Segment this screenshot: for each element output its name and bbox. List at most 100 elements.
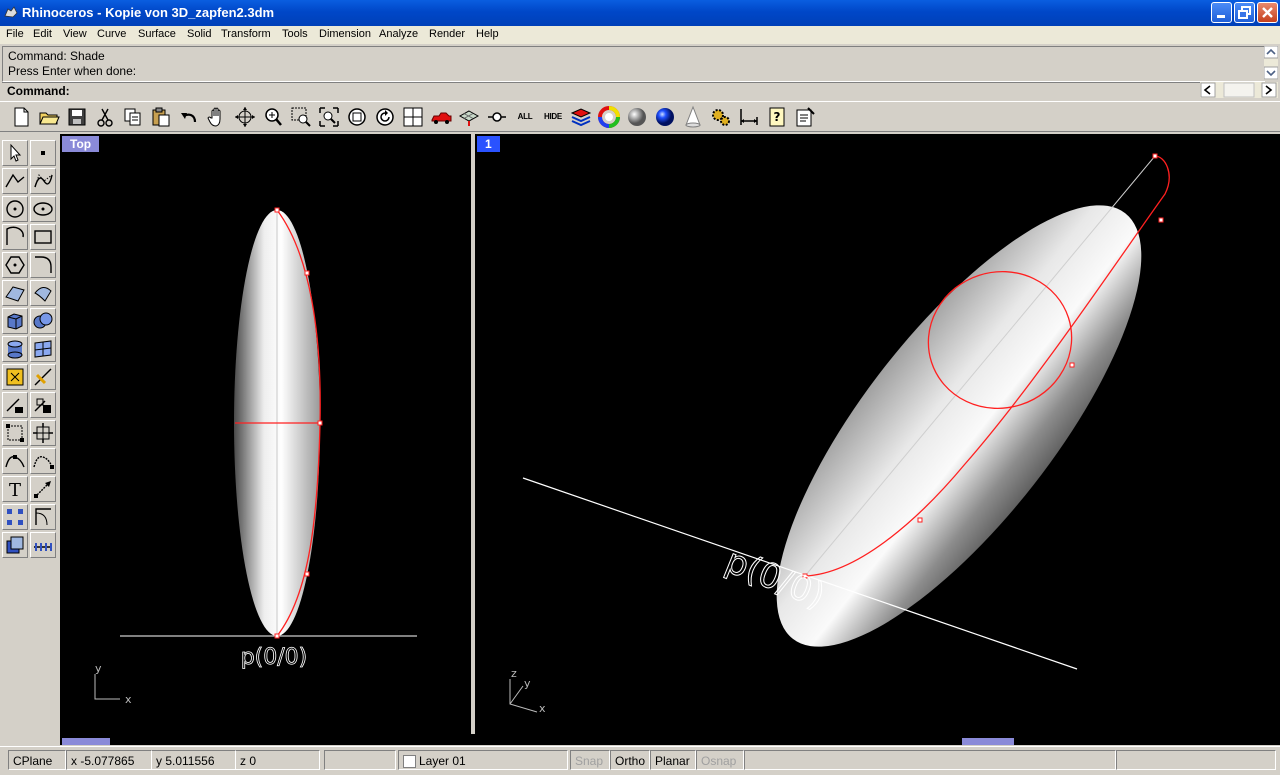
fillet-tool-button[interactable] — [30, 252, 56, 278]
rebuild-tool-button[interactable] — [30, 448, 56, 474]
rotate-tool-button[interactable] — [30, 504, 56, 530]
snap-toggle[interactable]: Snap — [570, 750, 610, 770]
menu-dimension[interactable]: Dimension — [319, 28, 371, 40]
mesh-tool-button[interactable] — [30, 336, 56, 362]
control-point[interactable] — [274, 633, 280, 639]
control-point[interactable] — [304, 571, 310, 577]
viewport-top[interactable]: p(0/0) y x Top — [60, 134, 471, 734]
control-point[interactable] — [1152, 153, 1158, 159]
control-point[interactable] — [1158, 217, 1164, 223]
viewport-title-perspective[interactable]: 1 — [477, 136, 500, 152]
properties-button[interactable] — [793, 105, 817, 129]
command-line-scrollbar[interactable] — [1200, 82, 1278, 98]
menu-edit[interactable]: Edit — [33, 28, 52, 40]
menu-view[interactable]: View — [63, 28, 87, 40]
ellipse-tool-button[interactable] — [30, 196, 56, 222]
polyline-tool-button[interactable] — [2, 168, 28, 194]
command-line[interactable]: Command: — [2, 82, 1278, 99]
menu-transform[interactable]: Transform — [221, 28, 271, 40]
viewport-tab-front[interactable] — [62, 738, 110, 745]
curve-tool-button[interactable] — [30, 168, 56, 194]
menu-analyze[interactable]: Analyze — [379, 28, 418, 40]
save-button[interactable] — [65, 105, 89, 129]
command-history[interactable]: Command: Shade Press Enter when done: — [2, 46, 1265, 82]
select-tool-button[interactable] — [2, 140, 28, 166]
explode-tool-button[interactable] — [2, 364, 28, 390]
planar-toggle[interactable]: Planar — [650, 750, 696, 770]
sweep-tool-button[interactable] — [30, 280, 56, 306]
copy-object-tool-button[interactable] — [30, 392, 56, 418]
osnap-toggle[interactable]: Osnap — [696, 750, 744, 770]
rotate-view-button[interactable] — [233, 105, 257, 129]
array-tool-button[interactable] — [30, 420, 56, 446]
hide-button[interactable]: HIDE — [541, 105, 565, 129]
close-button[interactable] — [1257, 2, 1278, 23]
menu-file[interactable]: File — [6, 28, 24, 40]
cut-button[interactable] — [93, 105, 117, 129]
restore-button[interactable] — [1234, 2, 1255, 23]
car-button[interactable] — [429, 105, 453, 129]
group-tool-button[interactable] — [2, 532, 28, 558]
open-button[interactable] — [37, 105, 61, 129]
control-point[interactable] — [317, 420, 323, 426]
polygon-tool-button[interactable] — [2, 252, 28, 278]
viewport-perspective[interactable]: p(0/0) z y x 1 — [475, 134, 1280, 734]
curve-edit-tool-button[interactable] — [2, 448, 28, 474]
settings-gear-button[interactable] — [709, 105, 733, 129]
rectangle-tool-button[interactable] — [30, 224, 56, 250]
control-point[interactable] — [1069, 362, 1075, 368]
cylinder-tool-button[interactable] — [2, 336, 28, 362]
trim-tool-button[interactable] — [30, 364, 56, 390]
zoom-extents-button[interactable] — [345, 105, 369, 129]
leader-tool-button[interactable] — [30, 476, 56, 502]
menu-surface[interactable]: Surface — [138, 28, 176, 40]
spotlight-button[interactable] — [681, 105, 705, 129]
surface-tool-button[interactable] — [2, 280, 28, 306]
point-tool-button[interactable] — [30, 140, 56, 166]
menu-render[interactable]: Render — [429, 28, 465, 40]
menu-help[interactable]: Help — [476, 28, 499, 40]
gray-sphere-button[interactable] — [625, 105, 649, 129]
help-button[interactable]: ? — [765, 105, 789, 129]
points-on-tool-button[interactable] — [2, 504, 28, 530]
cplane-indicator[interactable]: CPlane — [8, 750, 66, 770]
command-history-scrollbar[interactable] — [1263, 45, 1279, 80]
viewport-tab-right[interactable] — [962, 738, 1014, 745]
zoom-selected-button[interactable] — [317, 105, 341, 129]
grid-button[interactable] — [457, 105, 481, 129]
ortho-toggle[interactable]: Ortho — [610, 750, 650, 770]
minimize-button[interactable] — [1211, 2, 1232, 23]
control-point[interactable] — [274, 207, 280, 213]
dimension-button[interactable] — [737, 105, 761, 129]
copy-button[interactable] — [121, 105, 145, 129]
show-all-button[interactable]: ALL — [513, 105, 537, 129]
control-point[interactable] — [917, 517, 923, 523]
distance-tool-button[interactable] — [30, 532, 56, 558]
menu-tools[interactable]: Tools — [282, 28, 308, 40]
boolean-tool-button[interactable] — [30, 308, 56, 334]
layer-selector[interactable]: Layer 01 — [398, 750, 568, 770]
paste-button[interactable] — [149, 105, 173, 129]
scale-tool-button[interactable] — [2, 420, 28, 446]
zoom-window-button[interactable] — [289, 105, 313, 129]
layers-stack-button[interactable] — [569, 105, 593, 129]
new-button[interactable] — [9, 105, 33, 129]
move-tool-button[interactable] — [2, 392, 28, 418]
zoom-dynamic-button[interactable] — [261, 105, 285, 129]
undo-button[interactable] — [177, 105, 201, 129]
four-viewports-button[interactable] — [401, 105, 425, 129]
svg-text:T: T — [9, 480, 21, 501]
text-tool-button[interactable]: T — [2, 476, 28, 502]
menu-solid[interactable]: Solid — [187, 28, 211, 40]
arc-tool-button[interactable] — [2, 224, 28, 250]
blue-sphere-button[interactable] — [653, 105, 677, 129]
viewport-title-top[interactable]: Top — [62, 136, 100, 152]
color-wheel-button[interactable] — [597, 105, 621, 129]
box-tool-button[interactable] — [2, 308, 28, 334]
pan-button[interactable] — [205, 105, 229, 129]
zoom-previous-button[interactable] — [373, 105, 397, 129]
menu-curve[interactable]: Curve — [97, 28, 126, 40]
control-point[interactable] — [304, 270, 310, 276]
circle-tool-button[interactable] — [2, 196, 28, 222]
layer-button[interactable] — [485, 105, 509, 129]
